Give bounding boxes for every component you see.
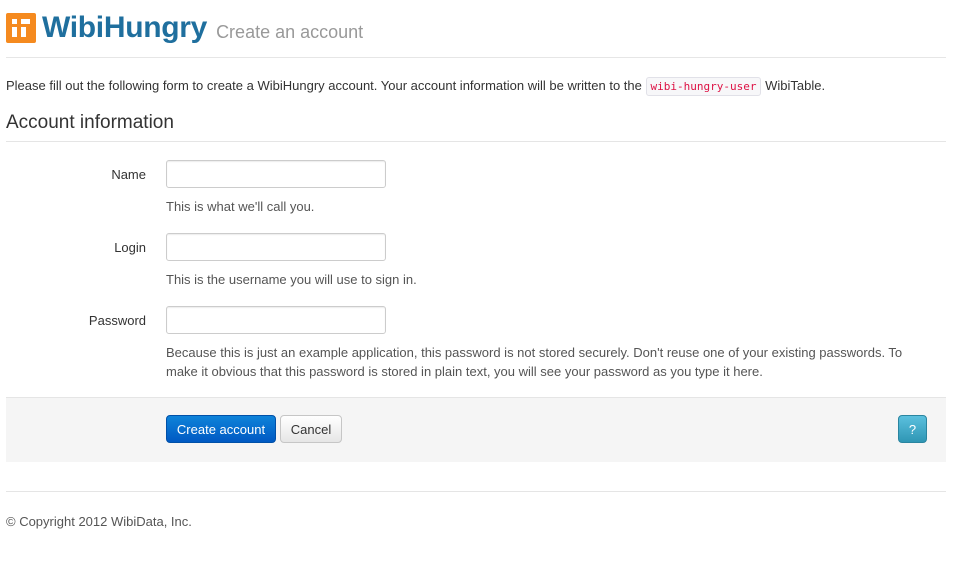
name-input[interactable] [166, 160, 386, 188]
wibihungry-logo-icon [6, 13, 36, 43]
login-help-text: This is the username you will use to sig… [166, 272, 417, 287]
password-help-text: Because this is just an example applicat… [166, 345, 903, 379]
form-actions: Create account Cancel ? [6, 397, 946, 462]
form-legend: Account information [6, 112, 174, 133]
password-input[interactable] [166, 306, 386, 334]
brand-name[interactable]: WibiHungry [42, 10, 207, 46]
intro-text: Please fill out the following form to cr… [6, 77, 826, 96]
header: WibiHungry Create an account [6, 10, 363, 46]
cancel-button[interactable]: Cancel [280, 415, 342, 443]
name-help-text: This is what we'll call you. [166, 199, 315, 214]
create-account-button[interactable]: Create account [166, 415, 276, 443]
login-label: Login [114, 240, 146, 255]
login-input[interactable] [166, 233, 386, 261]
page-title: Create an account [216, 21, 364, 42]
help-button[interactable]: ? [898, 415, 927, 443]
header-divider [6, 57, 946, 58]
intro-text-after: WibiTable. [765, 78, 826, 93]
legend-divider [6, 141, 946, 142]
password-label: Password [88, 313, 146, 328]
footer-divider [6, 491, 946, 492]
copyright-text: © Copyright 2012 WibiData, Inc. [6, 514, 192, 529]
intro-text-before: Please fill out the following form to cr… [6, 78, 642, 93]
name-label: Name [111, 167, 146, 182]
table-name-code: wibi-hungry-user [645, 77, 762, 96]
